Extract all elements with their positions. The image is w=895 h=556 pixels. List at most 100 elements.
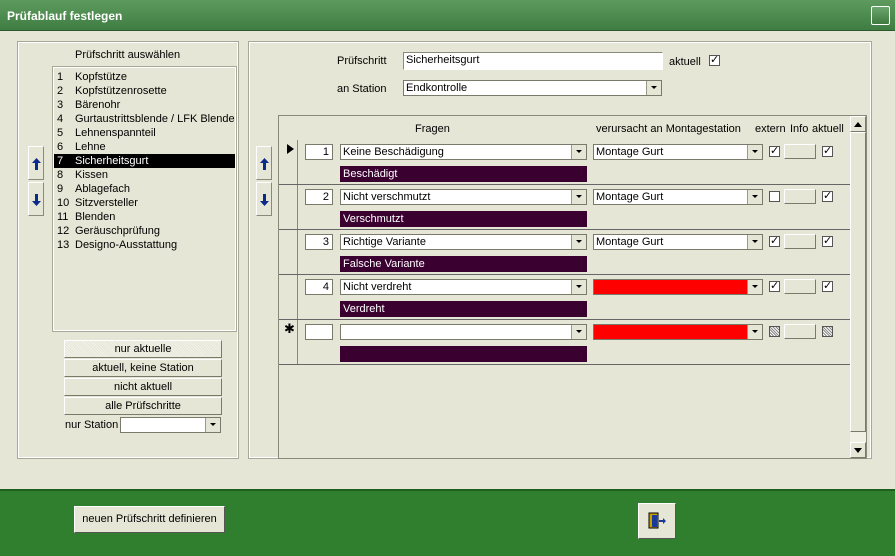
extern-checkbox[interactable] (769, 144, 780, 157)
exit-button[interactable] (638, 503, 676, 539)
station-cause-select[interactable]: Montage Gurt (593, 234, 763, 250)
station-filter-select[interactable] (120, 417, 221, 433)
chevron-down-icon[interactable] (646, 81, 661, 95)
station-cause-select[interactable]: Montage Gurt (593, 189, 763, 205)
station-cause-select[interactable] (593, 279, 763, 295)
station-cause-value: Montage Gurt (596, 191, 664, 203)
question-select[interactable]: Nicht verschmutzt (340, 189, 587, 205)
record-selector[interactable] (279, 230, 298, 274)
arrow-up-icon (260, 158, 269, 170)
table-row[interactable]: 3 Richtige Variante Falsche Variante Mon… (279, 230, 850, 275)
scroll-down-button[interactable] (850, 442, 866, 458)
pruefschritt-list[interactable]: 1 Kopfstütze 2 Kopfstützenrosette 3 Bärenoh… (52, 66, 237, 332)
fault-label[interactable]: Verdreht (340, 301, 587, 317)
info-button[interactable] (784, 189, 816, 204)
list-item[interactable]: 1 Kopfstütze (54, 70, 235, 84)
aktuell-row-checkbox[interactable] (822, 189, 833, 202)
chevron-down-icon[interactable] (747, 325, 762, 339)
question-number[interactable]: 3 (305, 234, 333, 250)
question-number[interactable]: 2 (305, 189, 333, 205)
record-selector[interactable]: ✱ (279, 320, 298, 364)
list-item[interactable]: 13 Designo-Ausstattung (54, 238, 235, 252)
station-cause-select[interactable]: Montage Gurt (593, 144, 763, 160)
question-value: Keine Beschädigung (343, 146, 444, 158)
question-number[interactable] (305, 324, 333, 340)
chevron-down-icon[interactable] (747, 145, 762, 159)
chevron-down-icon[interactable] (571, 145, 586, 159)
fault-label[interactable] (340, 346, 587, 362)
list-item-selected[interactable]: 7 Sicherheitsgurt (54, 154, 235, 168)
station-value: Endkontrolle (406, 82, 468, 94)
chevron-down-icon[interactable] (571, 325, 586, 339)
info-button[interactable] (784, 324, 816, 339)
fault-label[interactable]: Falsche Variante (340, 256, 587, 272)
window-title: Prüfablauf festlegen (7, 9, 123, 23)
table-row[interactable]: 2 Nicht verschmutzt Verschmutzt Montage … (279, 185, 850, 230)
filter-nur-aktuelle-button[interactable]: nur aktuelle (64, 340, 222, 358)
question-select[interactable]: Keine Beschädigung (340, 144, 587, 160)
question-select[interactable]: Nicht verdreht (340, 279, 587, 295)
chevron-down-icon[interactable] (205, 418, 220, 432)
list-item-label: Kopfstütze (75, 71, 127, 83)
list-item-label: Ablagefach (75, 183, 131, 195)
aktuell-row-checkbox[interactable] (822, 279, 833, 292)
scroll-up-button[interactable] (850, 116, 866, 132)
list-item[interactable]: 6 Lehne (54, 140, 235, 154)
extern-checkbox[interactable] (769, 191, 780, 202)
chevron-down-icon[interactable] (571, 280, 586, 294)
info-button[interactable] (784, 279, 816, 294)
record-selector[interactable] (279, 140, 298, 184)
question-up-button[interactable] (256, 146, 272, 180)
fault-label[interactable]: Beschädigt (340, 166, 587, 182)
station-cause-select[interactable] (593, 324, 763, 340)
question-down-button[interactable] (256, 182, 272, 216)
filter-nicht-aktuell-button[interactable]: nicht aktuell (64, 378, 222, 396)
record-selector[interactable] (279, 275, 298, 319)
vertical-scrollbar[interactable] (850, 116, 866, 458)
list-item[interactable]: 4 Gurtaustrittsblende / LFK Blende (54, 112, 235, 126)
aktuell-checkbox[interactable] (709, 53, 720, 66)
info-button[interactable] (784, 144, 816, 159)
aktuell-row-checkbox[interactable] (822, 326, 833, 337)
list-item[interactable]: 8 Kissen (54, 168, 235, 182)
aktuell-row-checkbox[interactable] (822, 234, 833, 247)
list-item-label: Kissen (75, 169, 109, 181)
list-item[interactable]: 5 Lehnenspannteil (54, 126, 235, 140)
extern-checkbox[interactable] (769, 234, 780, 247)
list-item[interactable]: 2 Kopfstützenrosette (54, 84, 235, 98)
chevron-down-icon[interactable] (747, 190, 762, 204)
question-number[interactable]: 4 (305, 279, 333, 295)
window-control-button[interactable] (871, 6, 890, 25)
new-record-row[interactable]: ✱ (279, 320, 850, 365)
record-selector[interactable] (279, 185, 298, 229)
filter-alle-button[interactable]: alle Prüfschritte (64, 397, 222, 415)
table-row[interactable]: 1 Keine Beschädigung Beschädigt Montage … (279, 140, 850, 185)
filter-aktuell-keine-station-button[interactable]: aktuell, keine Station (64, 359, 222, 377)
question-select[interactable]: Richtige Variante (340, 234, 587, 250)
question-value: Nicht verdreht (343, 281, 412, 293)
col-header-verursacht: verursacht an Montagestation (596, 123, 741, 135)
list-item[interactable]: 9 Ablagefach (54, 182, 235, 196)
info-button[interactable] (784, 234, 816, 249)
table-row[interactable]: 4 Nicht verdreht Verdreht (279, 275, 850, 320)
pruefschritt-field[interactable]: Sicherheitsgurt (403, 52, 663, 70)
new-pruefschritt-button[interactable]: neuen Prüfschritt definieren (74, 506, 225, 533)
extern-checkbox[interactable] (769, 326, 780, 337)
chevron-down-icon[interactable] (747, 235, 762, 249)
question-select[interactable] (340, 324, 587, 340)
chevron-down-icon[interactable] (571, 235, 586, 249)
list-item[interactable]: 3 Bärenohr (54, 98, 235, 112)
fault-label[interactable]: Verschmutzt (340, 211, 587, 227)
question-number[interactable]: 1 (305, 144, 333, 160)
move-up-button[interactable] (28, 146, 44, 180)
extern-checkbox[interactable] (769, 279, 780, 292)
aktuell-row-checkbox[interactable] (822, 144, 833, 157)
list-item[interactable]: 10 Sitzversteller (54, 196, 235, 210)
list-item[interactable]: 11 Blenden (54, 210, 235, 224)
list-item[interactable]: 12 Geräuschprüfung (54, 224, 235, 238)
chevron-down-icon[interactable] (571, 190, 586, 204)
chevron-down-icon[interactable] (747, 280, 762, 294)
station-select[interactable]: Endkontrolle (403, 80, 662, 96)
move-down-button[interactable] (28, 182, 44, 216)
scroll-thumb[interactable] (850, 132, 866, 432)
